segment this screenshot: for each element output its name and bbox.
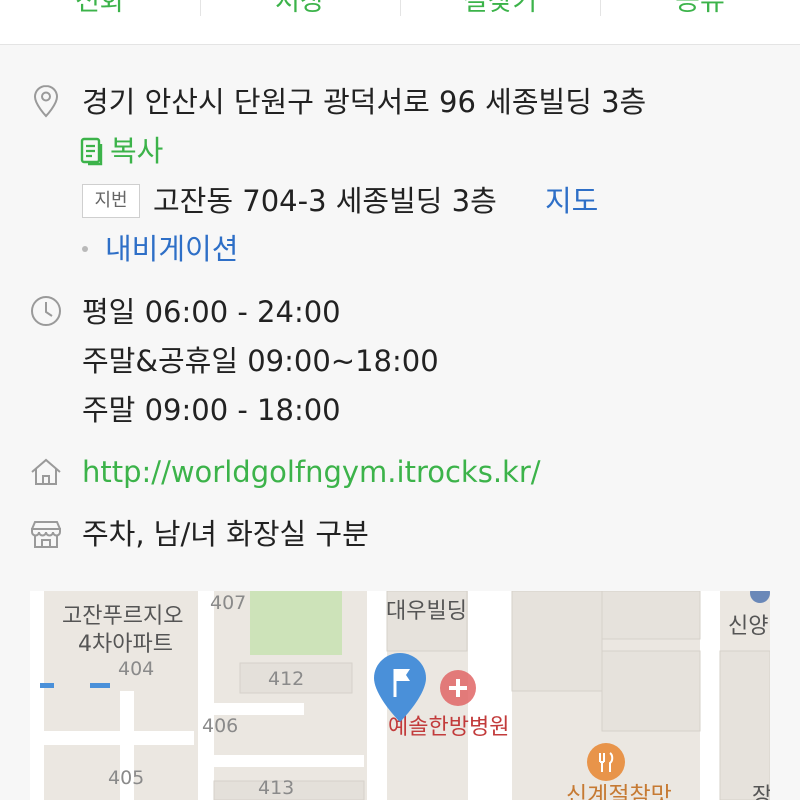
copy-address-button[interactable]: 복사: [110, 131, 163, 171]
location-pin-icon: [28, 83, 64, 119]
directions-button[interactable]: 길찾기: [400, 0, 600, 22]
map-label-daewoo: 대우빌딩: [386, 599, 467, 624]
copy-icon[interactable]: [80, 136, 106, 166]
jibun-address: 고잔동 704-3 세종빌딩 3층: [153, 184, 497, 218]
map-link[interactable]: 지도: [545, 181, 598, 221]
call-button[interactable]: 전화: [0, 0, 200, 22]
map-number-407: 407: [210, 592, 246, 614]
map-number-406: 406: [202, 715, 238, 737]
navigation-link[interactable]: 내비게이션: [105, 229, 238, 269]
map-label-apartment-sub: 4차아파트: [78, 632, 173, 657]
home-icon: [28, 454, 64, 490]
bullet: [82, 246, 88, 252]
location-map[interactable]: 407 404 412 406 405 413 고잔푸르지오 4차아파트 대우빌…: [30, 591, 770, 800]
facilities-text: 주차, 남/녀 화장실 구분: [82, 517, 369, 551]
park-area: [250, 591, 342, 655]
clock-icon: [28, 293, 64, 329]
save-button[interactable]: 저장: [200, 0, 400, 22]
map-number-405: 405: [108, 767, 144, 789]
hours-weekend: 주말 09:00 - 18:00: [82, 393, 341, 427]
map-label-apartment: 고잔푸르지오: [62, 604, 183, 629]
map-label-shinyang: 신양: [728, 614, 768, 639]
jibun-badge: 지번: [82, 184, 140, 218]
restaurant-icon: [587, 743, 625, 781]
road-address: 경기 안산시 단원구 광덕서로 96 세종빌딩 3층: [82, 85, 647, 119]
hours-weekday: 평일 06:00 - 24:00: [82, 295, 341, 329]
map-number-404: 404: [118, 658, 154, 680]
action-bar: 전화 저장 길찾기 공유: [0, 0, 800, 45]
map-number-413: 413: [258, 777, 294, 799]
map-number-412: 412: [268, 668, 304, 690]
hours-holiday: 주말&공휴일 09:00~18:00: [82, 344, 439, 378]
store-icon: [28, 516, 64, 552]
map-label-edge: 장: [752, 784, 770, 800]
map-label-restaurant: 신계절참맛: [566, 783, 672, 800]
map-label-clinic: 예솔한방병원: [388, 715, 509, 740]
website-link[interactable]: http://worldgolfngym.itrocks.kr/: [82, 452, 541, 492]
share-button[interactable]: 공유: [600, 0, 800, 22]
